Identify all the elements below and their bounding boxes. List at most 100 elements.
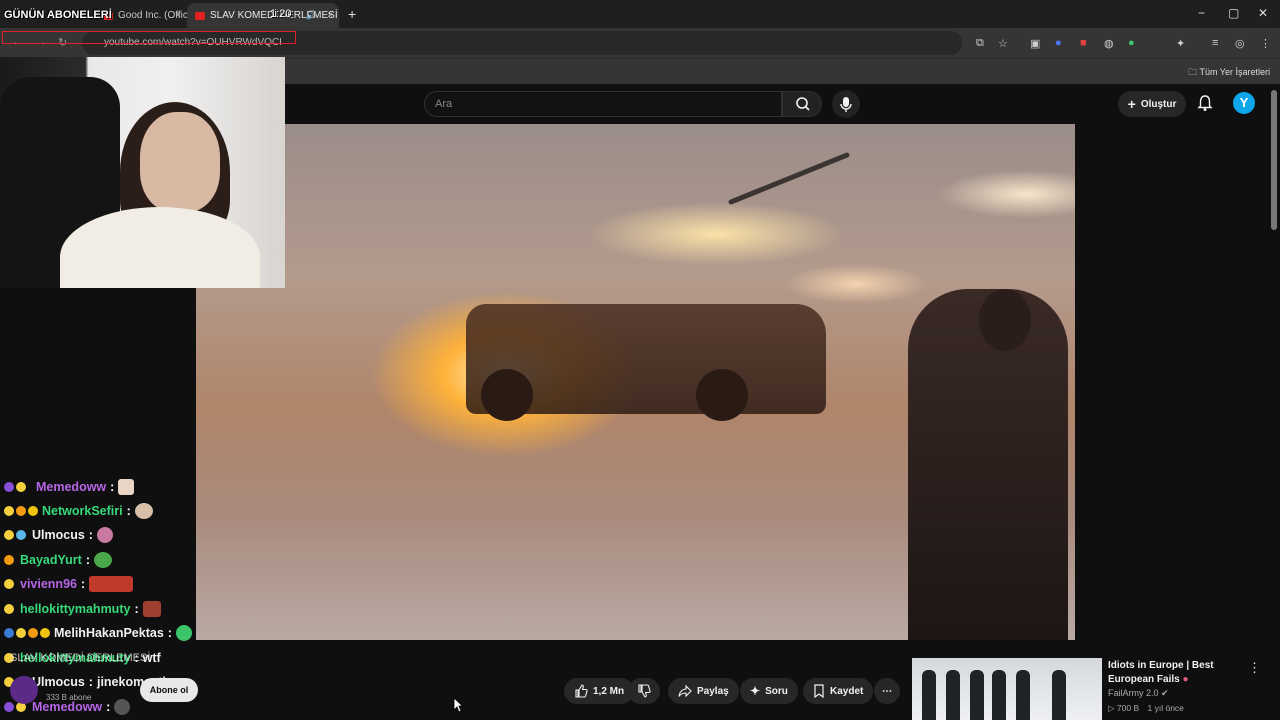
bookmark-icon bbox=[814, 684, 824, 698]
truck-wheel bbox=[696, 369, 748, 421]
play-small-icon: ▷ bbox=[1108, 703, 1115, 713]
chat-separator: : bbox=[85, 553, 91, 567]
extension-icon[interactable]: ▣ bbox=[1030, 37, 1040, 50]
video-player[interactable] bbox=[196, 124, 1075, 640]
emote-image bbox=[94, 552, 113, 568]
soldier-figure bbox=[1052, 670, 1066, 720]
chat-username: Memedoww bbox=[36, 480, 107, 494]
extensions-puzzle-icon[interactable]: ✦ bbox=[1176, 37, 1185, 50]
create-button[interactable]: + Oluştur bbox=[1118, 91, 1186, 117]
more-dots-icon: ⋯ bbox=[882, 685, 892, 697]
new-tab-button[interactable]: + bbox=[348, 6, 356, 22]
browser-tab-bar: Good Inc. (Offici × SLAV KOMEDİ DERLEMES… bbox=[0, 0, 1280, 28]
chat-separator: : bbox=[134, 602, 139, 616]
extension-blue-icon[interactable]: ● bbox=[1055, 37, 1062, 49]
chat-message: BayadYurt : bbox=[4, 549, 113, 571]
moon-badge-icon bbox=[4, 530, 14, 540]
recommendation-menu-icon[interactable]: ⋮ bbox=[1248, 660, 1261, 676]
voice-search-button[interactable] bbox=[832, 90, 860, 118]
extension-green-icon[interactable]: ● bbox=[1128, 37, 1135, 49]
search-input[interactable]: Ara bbox=[424, 91, 782, 117]
chat-message: vivienn96 : bbox=[4, 573, 134, 595]
menu-kebab-icon[interactable]: ⋮ bbox=[1260, 37, 1271, 50]
recommended-video-thumbnail[interactable] bbox=[912, 658, 1102, 720]
crown-badge-icon bbox=[40, 628, 50, 638]
emote-image bbox=[118, 479, 135, 495]
bookmark-folder-all[interactable]: 🗀 Tüm Yer İşaretleri bbox=[1188, 65, 1270, 81]
dislike-button[interactable] bbox=[628, 678, 660, 704]
emote-image bbox=[89, 576, 134, 592]
speaker-icon[interactable]: 🔊 bbox=[306, 10, 317, 21]
notifications-bell-icon[interactable] bbox=[1196, 94, 1214, 112]
moon-badge-icon bbox=[4, 579, 14, 589]
chat-username: Memedoww bbox=[32, 700, 103, 714]
share-button[interactable]: Paylaş bbox=[668, 678, 739, 704]
subscribe-button[interactable]: Abone ol bbox=[140, 678, 198, 702]
chat-message: hellokittymahmuty : bbox=[4, 598, 161, 620]
chat-separator: : bbox=[110, 480, 115, 494]
tab-slav-komedi[interactable]: SLAV KOMEDİ DERLEMESİ 🔊 × bbox=[187, 3, 339, 28]
extension-red-icon[interactable]: ■ bbox=[1080, 37, 1087, 49]
recommended-channel[interactable]: FailArmy 2.0 ✔ bbox=[1108, 688, 1169, 699]
moon-badge-icon bbox=[16, 482, 26, 492]
chat-message: MelihHakanPektas : bbox=[4, 622, 192, 644]
bits-badge-icon bbox=[28, 628, 38, 638]
profile-icon[interactable]: ◎ bbox=[1235, 37, 1245, 50]
like-count: 1,2 Mn bbox=[593, 685, 625, 697]
soldier-figure bbox=[1016, 670, 1030, 720]
prime-badge-icon bbox=[4, 628, 14, 638]
like-button[interactable]: 1,2 Mn bbox=[564, 678, 635, 704]
share-label: Paylaş bbox=[697, 685, 729, 697]
recommended-video-title[interactable]: Idiots in Europe | Best European Fails ● bbox=[1108, 659, 1248, 687]
tab-count-overlay: 1:20 bbox=[270, 8, 292, 20]
maximize-button[interactable]: ▢ bbox=[1228, 6, 1239, 20]
channel-avatar[interactable] bbox=[10, 676, 38, 704]
search-button[interactable] bbox=[782, 91, 822, 117]
streamer-webcam bbox=[0, 57, 285, 288]
moon-badge-icon bbox=[4, 506, 14, 516]
save-button[interactable]: Kaydet bbox=[803, 678, 874, 704]
chat-separator: : bbox=[88, 528, 93, 542]
chat-separator: : bbox=[88, 675, 93, 689]
extension-gray-icon[interactable]: ◍ bbox=[1104, 37, 1114, 50]
soldier-figure bbox=[922, 670, 936, 720]
folder-icon: 🗀 bbox=[1188, 67, 1198, 77]
chat-username: MelihHakanPektas bbox=[54, 626, 164, 640]
recommended-title-text: Idiots in Europe | Best European Fails bbox=[1108, 660, 1214, 685]
window-close-button[interactable]: ✕ bbox=[1258, 6, 1268, 20]
rocket-streak bbox=[727, 151, 851, 206]
bookmark-folder-label: Tüm Yer İşaretleri bbox=[1199, 67, 1270, 77]
recommended-views: 700 B bbox=[1116, 703, 1140, 713]
verified-check-icon: ✔ bbox=[1161, 688, 1169, 698]
create-label: Oluştur bbox=[1140, 98, 1177, 110]
close-icon[interactable]: × bbox=[175, 10, 181, 21]
moon-badge-icon bbox=[4, 604, 14, 614]
sub-badge-icon bbox=[4, 482, 14, 492]
emote-image bbox=[134, 503, 153, 519]
ask-button[interactable]: ✦ Soru bbox=[740, 678, 798, 704]
mouse-cursor-icon bbox=[453, 697, 463, 713]
more-actions-button[interactable]: ⋯ bbox=[874, 678, 900, 704]
search-placeholder: Ara bbox=[435, 98, 453, 110]
emote-image bbox=[114, 699, 131, 715]
bookmark-star-icon[interactable]: ☆ bbox=[998, 37, 1008, 50]
chat-separator: : bbox=[80, 577, 86, 591]
bits-badge-icon bbox=[4, 555, 14, 565]
chat-separator: : bbox=[167, 626, 172, 640]
soldier-figure bbox=[970, 670, 984, 720]
close-icon[interactable]: × bbox=[327, 10, 333, 21]
soldier-figure bbox=[946, 670, 960, 720]
channel-subscriber-count: 333 B abone bbox=[46, 693, 92, 702]
chat-username: vivienn96 bbox=[20, 577, 77, 591]
page-scrollbar[interactable] bbox=[1271, 90, 1277, 230]
chat-username: hellokittymahmuty bbox=[20, 602, 131, 616]
install-app-icon[interactable]: ⧉ bbox=[976, 37, 984, 50]
minimize-button[interactable]: − bbox=[1198, 6, 1205, 20]
account-avatar[interactable]: Y bbox=[1233, 92, 1255, 114]
chat-message: Ulmocus : bbox=[4, 524, 113, 546]
video-title-overlap: SLAV KOMEDİ DERLEMESİ bbox=[10, 652, 151, 664]
plus-icon: + bbox=[1127, 96, 1136, 112]
emoji-icon: ● bbox=[1182, 674, 1189, 685]
recommended-meta: ▷ 700 B 1 yıl önce bbox=[1108, 703, 1184, 714]
media-control-icon[interactable]: ≡ bbox=[1212, 37, 1218, 49]
